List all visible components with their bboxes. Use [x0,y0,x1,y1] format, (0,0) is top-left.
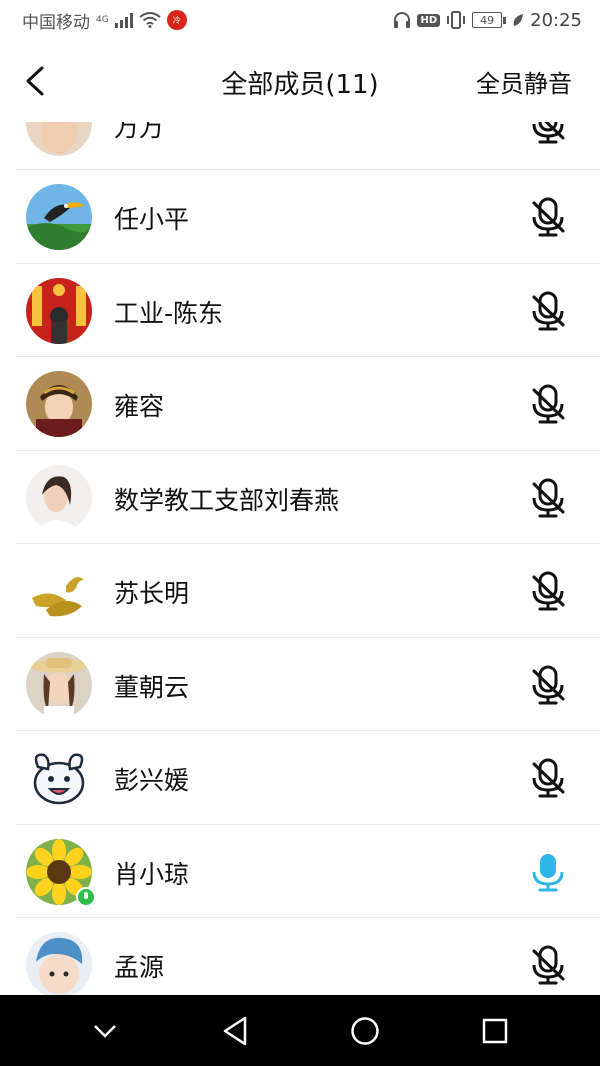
microphone-muted-icon[interactable] [530,758,566,798]
system-nav-bar [0,995,600,1066]
member-name: 彭兴媛 [114,766,190,795]
chevron-down-icon [94,1024,116,1038]
circle-home-icon [351,1016,379,1045]
microphone-muted-icon[interactable] [530,478,566,518]
header: 全部成员(11) 全员静音 [0,40,600,122]
vibrate-icon [447,11,466,29]
member-name: 工业-陈东 [114,298,224,328]
back-button[interactable] [213,1009,257,1053]
battery-icon: 49 [472,12,507,28]
member-avatar[interactable] [26,184,92,250]
network-type: 4G [96,15,109,25]
microphone-muted-icon[interactable] [530,665,566,705]
member-list[interactable]: 万万 任小平 工业-陈东 雍容 数学教工支部刘春燕 苏长明 董朝云 彭兴媛 肖小琼 孟源 [0,100,600,995]
member-name: 董朝云 [114,672,190,702]
microphone-muted-icon[interactable] [530,291,566,331]
member-name: 肖小琼 [114,859,190,889]
member-row[interactable]: 任小平 [16,170,600,264]
status-bar: 中国移动 4G 冷 HD 49 20:25 [0,0,600,40]
status-left: 中国移动 4G 冷 [22,8,187,33]
app-notification-icon: 冷 [166,10,187,30]
microphone-muted-icon[interactable] [530,571,566,611]
clock-time: 20:25 [530,9,582,31]
member-row[interactable]: 孟源 [16,918,600,995]
battery-level: 49 [472,12,503,28]
microphone-muted-icon[interactable] [530,945,566,985]
leaf-icon [513,14,524,26]
home-button[interactable] [343,1009,387,1053]
member-name: 苏长明 [114,579,190,608]
status-right: HD 49 20:25 [393,10,582,31]
microphone-muted-icon[interactable] [530,197,566,237]
member-name: 雍容 [114,392,165,421]
recents-button[interactable] [473,1009,517,1053]
member-avatar[interactable] [26,464,92,531]
member-name: 数学教工支部刘春燕 [114,485,340,515]
member-avatar[interactable] [26,558,92,624]
member-avatar[interactable] [26,371,92,437]
signal-icon [114,12,133,28]
member-row[interactable]: 雍容 [16,357,600,451]
triangle-back-icon [223,1016,247,1045]
member-name: 孟源 [114,953,165,982]
wifi-icon [139,12,161,28]
microphone-on-icon[interactable] [530,852,566,892]
headphones-icon [394,12,411,28]
member-row[interactable]: 董朝云 [16,638,600,731]
microphone-muted-icon[interactable] [530,384,566,424]
member-avatar[interactable] [26,277,92,344]
hd-voice-badge: HD [417,13,441,27]
member-avatar[interactable] [26,932,92,995]
member-avatar[interactable] [26,745,92,811]
member-row[interactable]: 数学教工支部刘春燕 [16,451,600,544]
member-row[interactable]: 工业-陈东 [16,264,600,357]
member-avatar[interactable] [26,651,92,718]
member-row[interactable]: 彭兴媛 [16,731,600,825]
speaking-indicator-icon [76,886,96,907]
member-row[interactable]: 肖小琼 [16,825,600,918]
square-recents-icon [482,1018,508,1043]
hide-keyboard-button[interactable] [83,1009,127,1053]
back-arrow-icon[interactable] [20,62,56,100]
carrier-name: 中国移动 [22,12,90,33]
mute-all-button[interactable]: 全员静音 [476,64,572,99]
member-row[interactable]: 苏长明 [16,544,600,638]
member-name: 任小平 [114,205,190,234]
